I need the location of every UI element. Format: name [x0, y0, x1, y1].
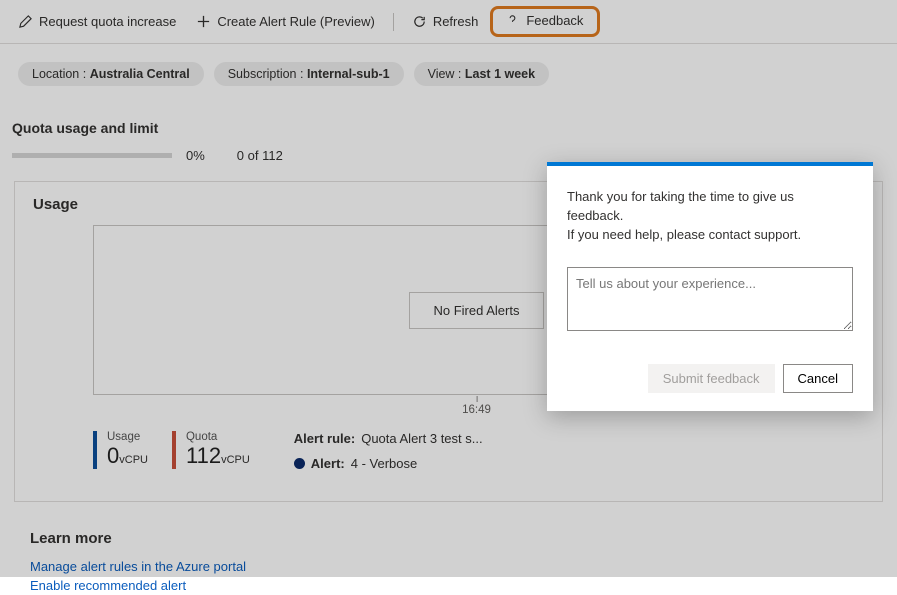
feedback-button[interactable]: Feedback: [497, 9, 591, 32]
quota-count: 0 of 112: [237, 148, 283, 163]
plus-icon: [196, 14, 211, 29]
filter-location-label: Location :: [32, 67, 90, 81]
quota-metric-unit: vCPU: [221, 454, 250, 466]
usage-metric-value: 0: [107, 443, 119, 468]
request-quota-label: Request quota increase: [39, 14, 176, 29]
alert-severity-value: 4 - Verbose: [351, 456, 418, 471]
filter-location[interactable]: Location : Australia Central: [18, 62, 204, 86]
feedback-textarea[interactable]: [567, 267, 853, 331]
alert-metadata: Alert rule: Quota Alert 3 test s... Aler…: [294, 431, 483, 481]
usage-metric: Usage 0vCPU: [93, 431, 148, 469]
filter-view-value: Last 1 week: [465, 67, 535, 81]
filter-subscription[interactable]: Subscription : Internal-sub-1: [214, 62, 404, 86]
quota-progress-bar: [12, 153, 172, 158]
usage-metric-label: Usage: [107, 431, 148, 443]
alert-rule-label: Alert rule:: [294, 431, 355, 446]
feedback-line2: If you need help, please contact support…: [567, 227, 801, 242]
feedback-actions: Submit feedback Cancel: [567, 364, 853, 393]
question-icon: [505, 13, 520, 28]
quota-metric-value: 112: [186, 443, 221, 468]
request-quota-button[interactable]: Request quota increase: [10, 10, 184, 33]
no-alerts-banner: No Fired Alerts: [409, 292, 545, 329]
quota-percent: 0%: [186, 148, 205, 163]
create-alert-button[interactable]: Create Alert Rule (Preview): [188, 10, 383, 33]
pencil-icon: [18, 14, 33, 29]
severity-dot-icon: [294, 458, 305, 469]
usage-metric-unit: vCPU: [119, 454, 148, 466]
feedback-panel: Thank you for taking the time to give us…: [547, 162, 873, 411]
filter-subscription-label: Subscription :: [228, 67, 307, 81]
filter-subscription-value: Internal-sub-1: [307, 67, 390, 81]
refresh-button[interactable]: Refresh: [404, 10, 487, 33]
legend-row: Usage 0vCPU Quota 112vCPU Alert rule: Qu…: [93, 431, 864, 481]
toolbar-separator: [393, 13, 394, 31]
feedback-panel-text: Thank you for taking the time to give us…: [567, 188, 853, 245]
axis-time-tick: 16:49: [462, 404, 491, 416]
quota-usage-title: Quota usage and limit: [0, 94, 897, 144]
quota-metric-label: Quota: [186, 431, 250, 443]
alert-severity-label: Alert:: [311, 456, 345, 471]
learn-more-title: Learn more: [0, 502, 897, 557]
feedback-line1: Thank you for taking the time to give us…: [567, 189, 794, 223]
cancel-button[interactable]: Cancel: [783, 364, 853, 393]
refresh-icon: [412, 14, 427, 29]
feedback-label: Feedback: [526, 13, 583, 28]
filter-view[interactable]: View : Last 1 week: [414, 62, 549, 86]
refresh-label: Refresh: [433, 14, 479, 29]
create-alert-label: Create Alert Rule (Preview): [217, 14, 375, 29]
submit-feedback-button[interactable]: Submit feedback: [648, 364, 775, 393]
feedback-highlight: Feedback: [490, 6, 600, 37]
quota-metric: Quota 112vCPU: [172, 431, 250, 469]
toolbar: Request quota increase Create Alert Rule…: [0, 0, 897, 44]
alert-rule-value: Quota Alert 3 test s...: [361, 431, 482, 446]
link-manage-alert-rules[interactable]: Manage alert rules in the Azure portal: [0, 557, 897, 576]
link-enable-recommended-alert[interactable]: Enable recommended alert: [0, 576, 897, 595]
filter-view-label: View :: [428, 67, 465, 81]
filter-bar: Location : Australia Central Subscriptio…: [0, 44, 897, 94]
filter-location-value: Australia Central: [90, 67, 190, 81]
